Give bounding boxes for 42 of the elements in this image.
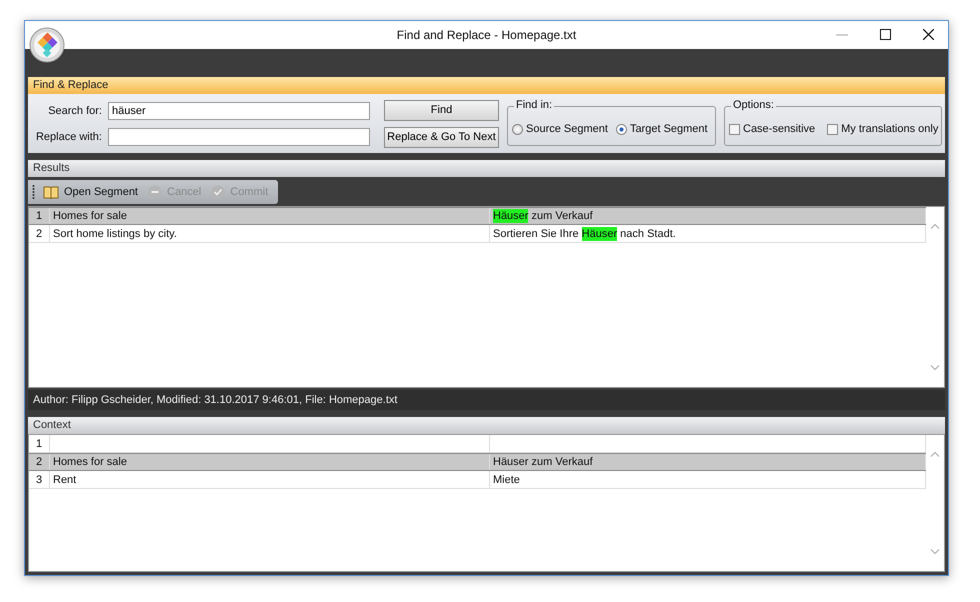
section-header: Find & Replace (28, 77, 945, 94)
status-bar: Author: Filipp Gscheider, Modified: 31.10.2017 9:46:01, File: Homepage.txt (28, 390, 945, 410)
search-field[interactable]: häuser (108, 102, 370, 120)
find-button[interactable]: Find (384, 100, 499, 120)
target-cell: Miete (490, 471, 926, 488)
radio-button[interactable] (512, 124, 523, 134)
radio-label[interactable]: Source Segment (526, 123, 608, 135)
field-label: Search for: (47, 104, 102, 116)
replace-next-button[interactable]: Replace & Go To Next (384, 126, 499, 148)
target-cell: Häuser zum Verkauf (490, 454, 926, 470)
row-number: 2 (29, 225, 50, 242)
source-cell: Homes for sale (50, 454, 490, 470)
scroll-up-icon[interactable] (930, 451, 940, 457)
radio-label[interactable]: Target Segment (630, 123, 708, 135)
row-number: 1 (29, 208, 50, 224)
scroll-up-icon[interactable] (930, 223, 940, 229)
group-legend: Find in: (514, 99, 554, 111)
minimize-icon[interactable] (836, 34, 848, 36)
checkbox-label[interactable]: Case-sensitive (743, 123, 816, 135)
source-cell[interactable]: Sort home listings by city. (50, 225, 490, 242)
radio-button[interactable] (616, 124, 627, 134)
row-number: 1 (29, 435, 50, 452)
maximize-icon[interactable] (880, 29, 891, 40)
scroll-down-icon[interactable] (930, 365, 940, 371)
target-cell[interactable]: Sortieren Sie Ihre Häuser nach Stadt. (490, 225, 926, 242)
section-header: Context (28, 417, 945, 434)
open-segment-button[interactable]: Open Segment (41, 185, 140, 199)
checkbox-label[interactable]: My translations only (841, 123, 938, 135)
field-label: Replace with: (34, 130, 102, 142)
section-header: Results (28, 160, 945, 177)
grip-icon (32, 184, 35, 200)
group-legend: Options: (731, 99, 776, 111)
row-number: 2 (29, 454, 50, 470)
row-number: 3 (29, 471, 50, 488)
source-cell[interactable]: Homes for sale (50, 208, 490, 224)
checkbox[interactable] (729, 124, 740, 134)
window-title: Find and Replace - Homepage.txt (396, 28, 576, 42)
source-cell: Rent (50, 471, 490, 488)
checkbox[interactable] (827, 124, 838, 134)
scroll-down-icon[interactable] (930, 549, 940, 555)
close-icon[interactable] (923, 29, 934, 40)
book-icon (43, 185, 59, 199)
